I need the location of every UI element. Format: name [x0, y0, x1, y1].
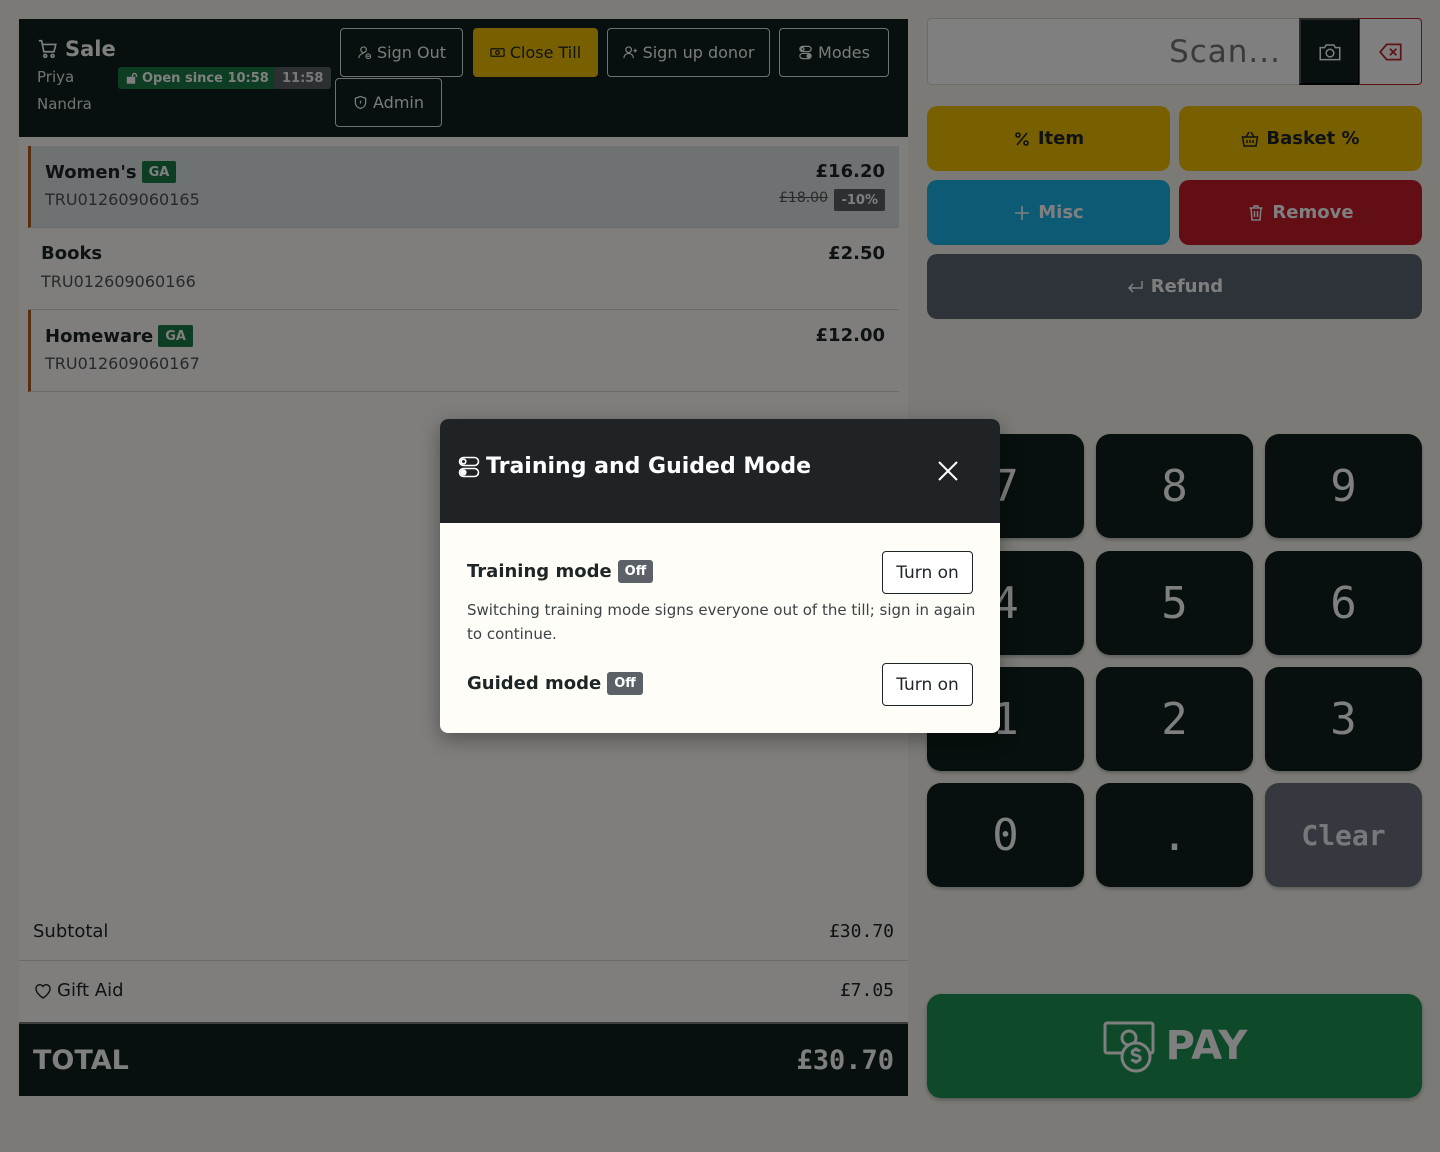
toggles-icon [458, 456, 480, 477]
close-icon [938, 461, 958, 481]
dialog-title-text: Training and Guided Mode [486, 454, 812, 479]
dialog-close-button[interactable] [934, 457, 962, 485]
training-mode-status-badge: Off [617, 560, 654, 583]
guided-mode-row: Guided mode Off [467, 672, 643, 695]
guided-mode-status-badge: Off [607, 672, 643, 695]
dialog-title: Training and Guided Mode [458, 454, 811, 479]
training-mode-description: Switching training mode signs everyone o… [467, 601, 976, 643]
guided-mode-label: Guided mode [467, 673, 602, 694]
training-mode-row: Training mode Off [467, 560, 654, 583]
guided-mode-toggle-button[interactable]: Turn on [882, 663, 973, 706]
modes-dialog: Training and Guided Mode Training mode O… [440, 419, 1000, 733]
training-mode-label: Training mode [467, 561, 612, 582]
dialog-header: Training and Guided Mode [440, 419, 1000, 523]
training-mode-toggle-button[interactable]: Turn on [882, 551, 973, 594]
